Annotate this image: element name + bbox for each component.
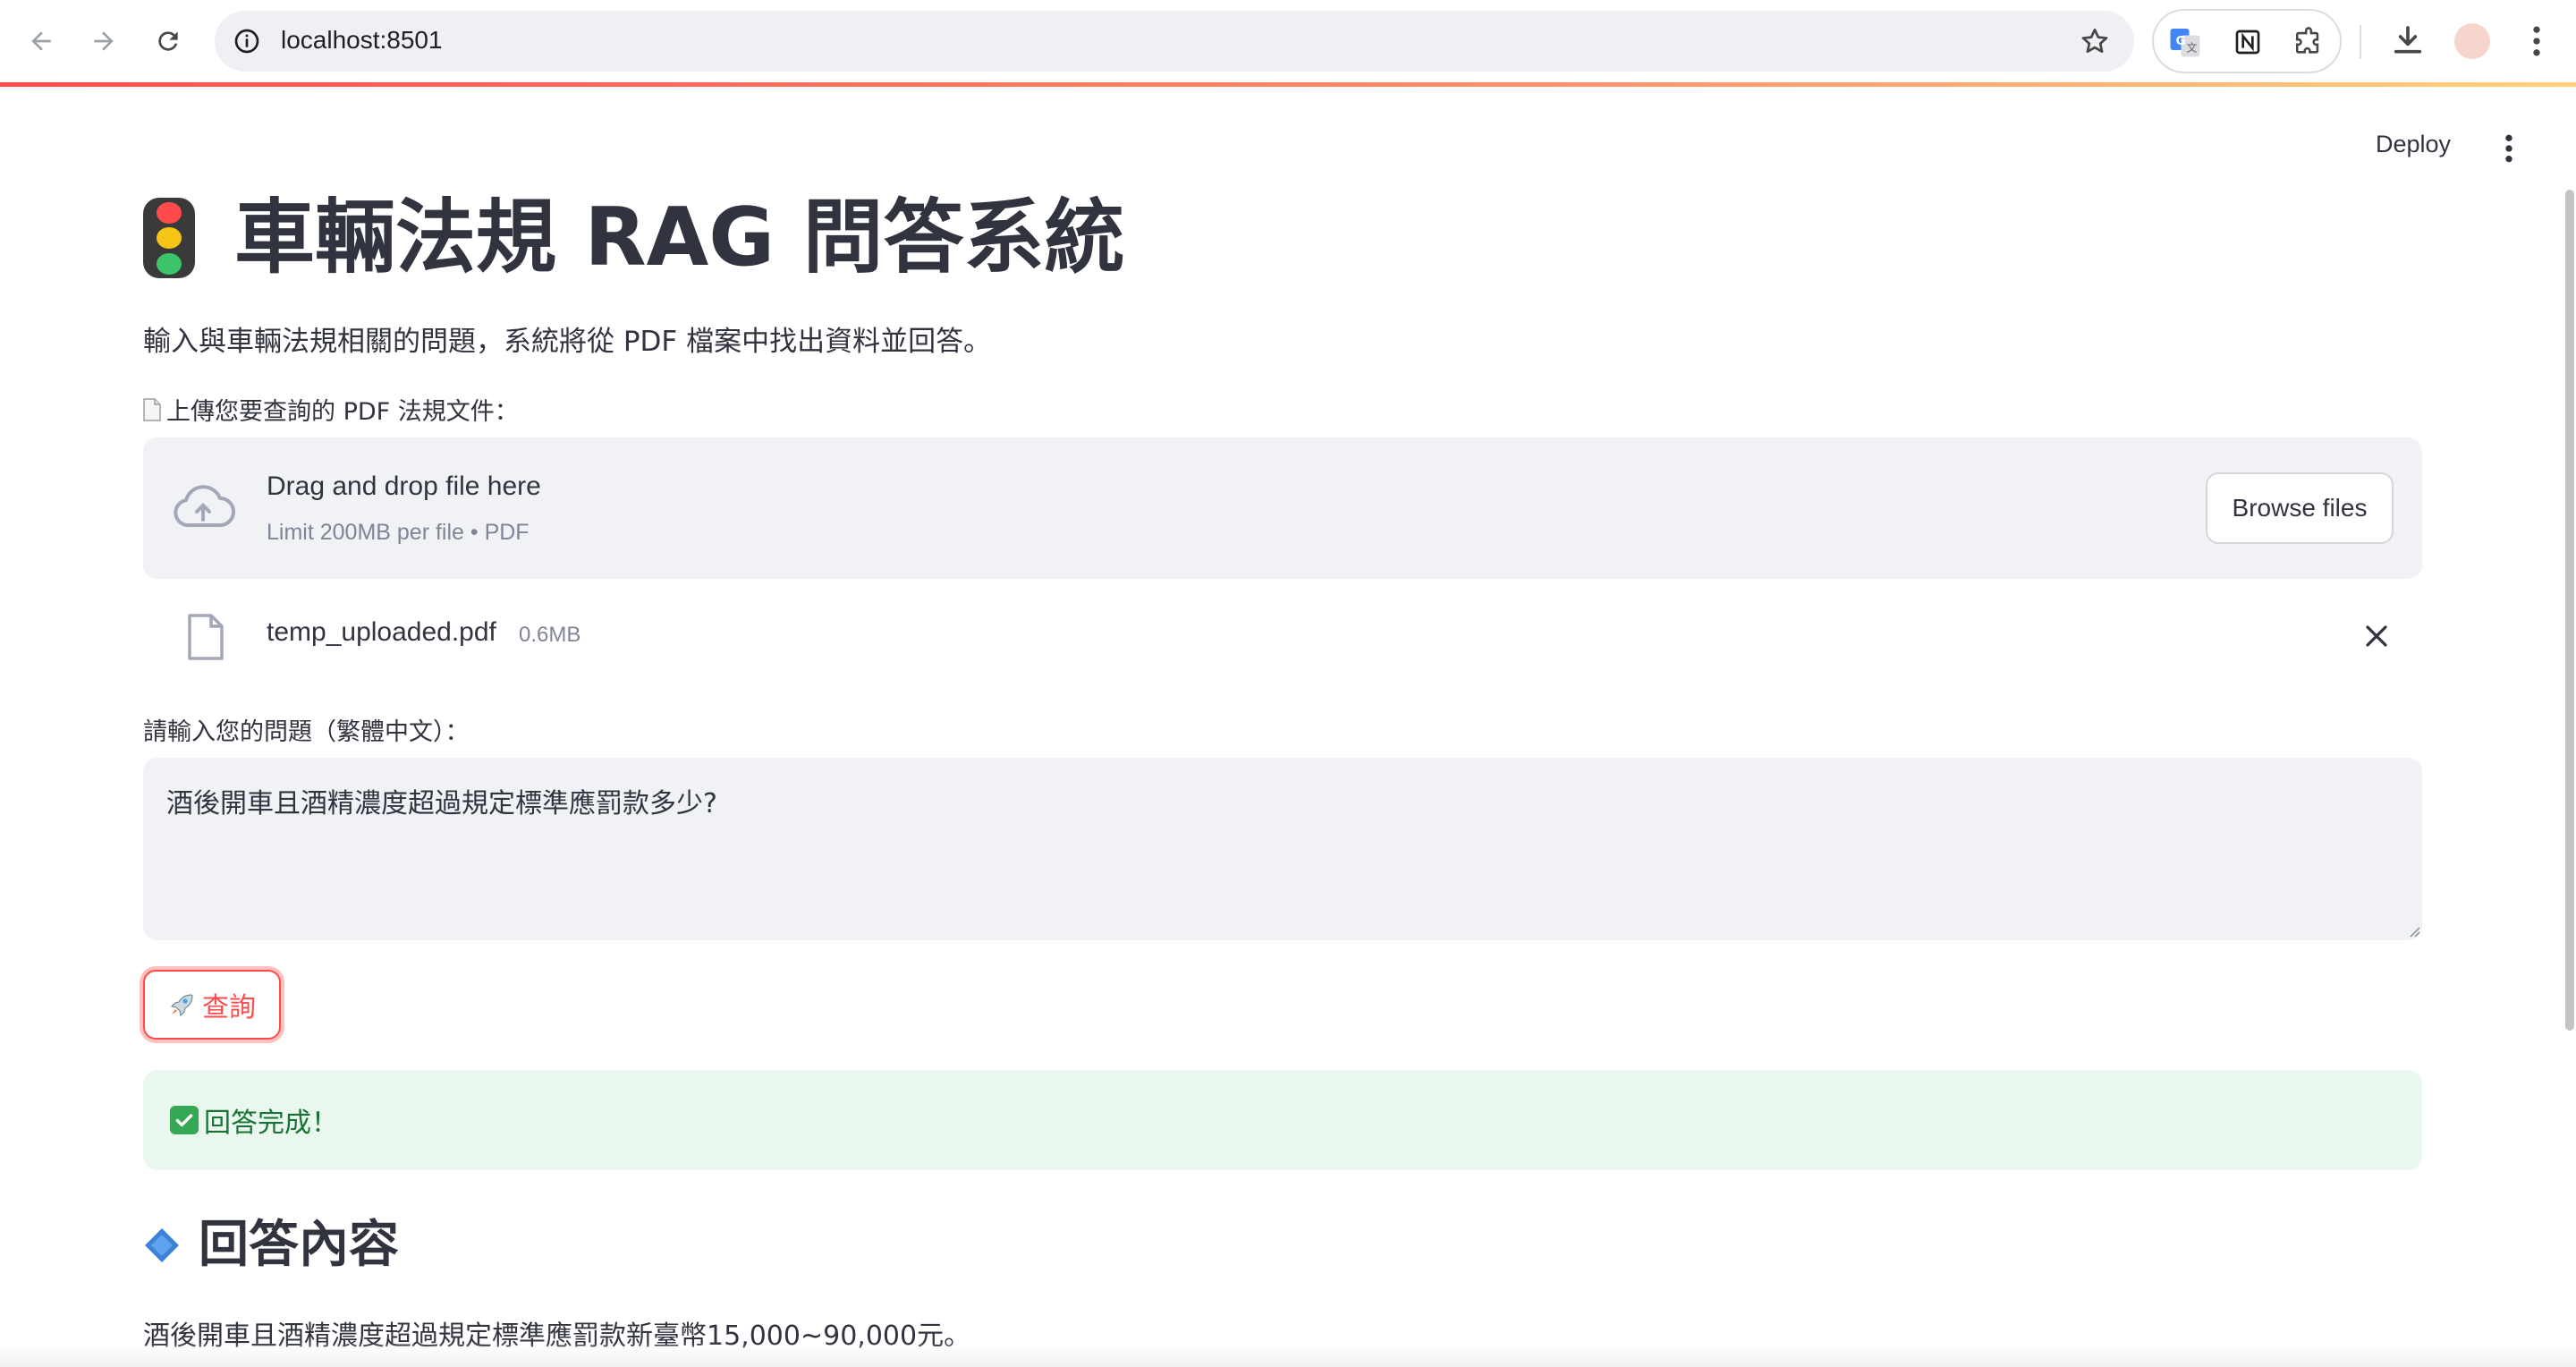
profile-avatar[interactable] (2454, 23, 2490, 59)
dropzone-subtitle: Limit 200MB per file • PDF (267, 520, 530, 545)
extensions-icon[interactable] (2292, 25, 2326, 59)
forward-button[interactable] (82, 20, 125, 63)
blue-diamond-icon (145, 1228, 179, 1262)
notion-icon[interactable] (2231, 25, 2265, 59)
question-label: 請輸入您的問題（繁體中文）： (143, 718, 470, 746)
page-title-text: 車輛法規 RAG 問答系統 (234, 191, 1125, 284)
uploaded-file-row: temp_uploaded.pdf 0.6MB (143, 598, 2422, 669)
reload-button[interactable] (147, 20, 190, 63)
check-mark-icon (170, 1106, 199, 1134)
browse-files-button[interactable]: Browse files (2206, 472, 2394, 544)
star-icon[interactable] (2079, 25, 2111, 57)
traffic-light-icon (143, 198, 195, 278)
bottom-edge (0, 1342, 2576, 1367)
back-button[interactable] (20, 20, 63, 63)
back-icon (31, 31, 51, 51)
upload-label: 上傳您要查詢的 PDF 法規文件： (143, 392, 519, 427)
file-dropzone[interactable]: Drag and drop file here Limit 200MB per … (143, 437, 2422, 579)
page-subtitle: 輸入與車輛法規相關的問題，系統將從 PDF 檔案中找出資料並回答。 (143, 326, 992, 358)
translate-icon[interactable]: G文 (2168, 25, 2202, 59)
site-info-icon[interactable] (229, 23, 265, 59)
document-icon (143, 397, 161, 421)
reload-icon (158, 31, 178, 51)
toolbar-divider (2360, 25, 2361, 59)
uploaded-file-size: 0.6MB (519, 623, 581, 647)
resize-handle-icon[interactable] (2406, 923, 2420, 938)
close-icon[interactable] (2363, 623, 2390, 650)
success-message: 回答完成！ (204, 1108, 338, 1139)
answer-heading: 回答內容 (143, 1210, 399, 1281)
app-menu-icon[interactable] (2496, 131, 2522, 166)
deploy-button[interactable]: Deploy (2376, 131, 2451, 158)
answer-heading-text: 回答內容 (199, 1216, 399, 1274)
page-scrollbar[interactable] (2565, 190, 2574, 1031)
query-button-label: 查詢 (202, 992, 256, 1023)
question-input[interactable]: 酒後開車且酒精濃度超過規定標準應罰款多少? (143, 758, 2422, 940)
url-text[interactable]: localhost:8501 (281, 26, 443, 55)
uploaded-file-name: temp_uploaded.pdf (267, 617, 496, 647)
cloud-upload-icon (174, 485, 235, 527)
rocket-icon (170, 994, 193, 1017)
success-alert: 回答完成！ (143, 1070, 2422, 1170)
download-icon[interactable] (2390, 23, 2426, 59)
query-button[interactable]: 查詢 (143, 970, 281, 1040)
address-bar[interactable]: localhost:8501 (215, 11, 2134, 72)
svg-text:文: 文 (2187, 41, 2198, 55)
upload-label-text: 上傳您要查詢的 PDF 法規文件： (166, 398, 519, 426)
extensions-group: G文 (2152, 9, 2342, 73)
page-title: 車輛法規 RAG 問答系統 (143, 184, 1125, 292)
file-icon (188, 614, 224, 660)
running-indicator-bar (0, 82, 2576, 87)
dropzone-title: Drag and drop file here (267, 471, 541, 501)
browser-toolbar: localhost:8501 G文 (0, 0, 2576, 82)
svg-text:G: G (2176, 34, 2186, 48)
forward-icon (94, 31, 114, 51)
more-vert-icon[interactable] (2524, 21, 2549, 61)
